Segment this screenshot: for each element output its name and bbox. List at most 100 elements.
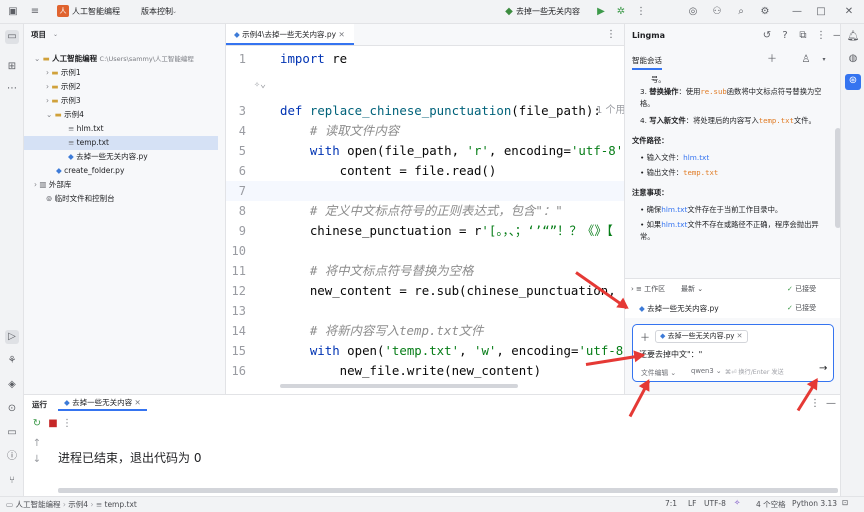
chevron-down-icon[interactable]: ⌄ (53, 28, 58, 42)
project-panel: 项目 ⌄ ⌄ ▬ 人工智能编程 C:\Users\sammy\人工智能编程 › … (24, 24, 226, 394)
interpreter-selector[interactable]: Python 3.13 (792, 499, 837, 508)
hint-icon[interactable]: ✧⌄ (254, 75, 266, 95)
maximize-icon[interactable]: □ (814, 5, 828, 19)
send-icon[interactable]: → (819, 363, 827, 374)
model-selector[interactable]: qwen3 ⌄ (691, 367, 722, 375)
debug-icon[interactable]: ✲ (614, 5, 628, 19)
more-tools-icon[interactable]: ⋯ (5, 82, 19, 96)
vcs-menu[interactable]: 版本控制 (141, 5, 173, 19)
stop-icon[interactable]: ■ (46, 417, 60, 431)
add-user-icon[interactable]: ⚇ (710, 5, 724, 19)
search-icon[interactable]: ⌕ (734, 5, 748, 19)
tree-file[interactable]: ◆ create_folder.py (56, 164, 124, 178)
tree-folder[interactable]: › ▬ 示例2 (46, 80, 81, 94)
notifications-icon[interactable]: 🔔︎ (846, 30, 860, 44)
add-context-icon[interactable]: ＋ (640, 329, 650, 344)
code-line: 4 # 读取文件内容 (238, 123, 400, 138)
chevron-down-icon[interactable]: ⌄ (172, 5, 177, 19)
line-separator[interactable]: LF (688, 499, 697, 508)
database-icon[interactable]: ◍ (846, 52, 860, 66)
ai-status-icon[interactable]: ✧ (734, 498, 740, 507)
minimize-icon[interactable]: — (790, 5, 804, 19)
lingma-icon[interactable]: ◎ (686, 5, 700, 19)
rerun-icon[interactable]: ↻ (30, 417, 44, 431)
tree-file[interactable]: ◆ 去掉一些无关内容.py (68, 150, 148, 164)
title-bar: ▣ ≡ 人 人工智能编程 版本控制 ⌄ ⌄ ◆ 去掉一些无关内容 ▶ ✲ ⋮ ◎… (0, 0, 864, 24)
chevron-down-icon[interactable]: ▾ (817, 53, 831, 67)
scroll-down-icon[interactable]: ↓ (30, 453, 44, 467)
settings-icon[interactable]: ⚙ (758, 5, 772, 19)
tab-chat[interactable]: 智能会话 (632, 55, 662, 66)
status-bar: ▭ 人工智能编程 › 示例4 › ≡ temp.txt 7:1 LF UTF-8… (0, 496, 864, 512)
project-badge: 人 (57, 5, 69, 17)
breadcrumb[interactable]: ▭ 人工智能编程 › 示例4 › ≡ temp.txt (6, 499, 137, 510)
more-icon[interactable]: ⋮ (604, 28, 618, 42)
project-panel-title: 项目 (31, 30, 46, 39)
main-menu-icon[interactable]: ≡ (28, 5, 42, 19)
run-panel: 运行 ◆ 去掉一些无关内容 ✕ ⋮ — ↻ ↑ ↓ ■ ⋮ 进程已结束，退出代码… (24, 394, 840, 496)
history-icon[interactable]: ↺ (760, 29, 774, 43)
services-icon[interactable]: ⊙ (5, 402, 19, 416)
chat-input-text[interactable]: 还要去掉中文"：" (639, 349, 702, 360)
horizontal-scrollbar[interactable] (280, 384, 518, 388)
sort-selector[interactable]: 最新 ⌄ (681, 284, 703, 294)
more-icon[interactable]: ⋮ (60, 417, 74, 431)
lingma-title: Lingma (632, 31, 665, 40)
editor-tab-bar: ◆ 示例4\去掉一些无关内容.py ✕ ⋮ (226, 24, 624, 46)
run-config-selector[interactable]: 去掉一些无关内容 (516, 5, 580, 19)
popout-icon[interactable]: ⧉ (796, 29, 810, 43)
scroll-up-icon[interactable]: ↑ (30, 437, 44, 451)
more-icon[interactable]: ⋮ (814, 29, 828, 43)
structure-icon[interactable]: ⊞ (5, 60, 19, 74)
more-icon[interactable]: ⋮ (634, 5, 648, 19)
tree-root[interactable]: ⌄ ▬ 人工智能编程 C:\Users\sammy\人工智能编程 (34, 52, 194, 66)
code-line: 13 (231, 304, 246, 318)
usage-hint[interactable]: 1 个用 (596, 101, 624, 121)
folder-icon[interactable]: ▭ (5, 30, 19, 44)
lock-icon[interactable]: ⊡ (842, 498, 848, 507)
python-packages-icon[interactable]: ◈ (5, 378, 19, 392)
tree-folder[interactable]: › ▬ 示例3 (46, 94, 81, 108)
tree-file-selected[interactable]: ≡ temp.txt (24, 136, 218, 150)
run-tab[interactable]: ◆ 去掉一些无关内容 ✕ (58, 395, 147, 411)
user-icon[interactable]: ♙ (799, 53, 813, 67)
editor-tab[interactable]: ◆ 示例4\去掉一些无关内容.py ✕ (226, 24, 354, 45)
problems-icon[interactable]: ⓘ (5, 450, 19, 464)
lingma-tool-icon[interactable]: ⊛ (845, 74, 861, 90)
caret-position[interactable]: 7:1 (665, 499, 677, 508)
more-icon[interactable]: ⋮ (808, 397, 822, 411)
tree-folder[interactable]: ⌄ ▬ 示例4 (46, 108, 84, 122)
help-icon[interactable]: ? (778, 29, 792, 43)
mode-selector[interactable]: 文件编辑 ⌄ (641, 367, 676, 377)
code-line: 1 import re (238, 51, 348, 66)
tab-underline (632, 68, 662, 70)
right-toolbar: 🔔︎ ◍ ⊛ (840, 24, 864, 496)
workspace-status: ✓ 已接受 (787, 285, 817, 293)
workspace-header[interactable]: › ≡ 工作区 (631, 284, 665, 294)
code-line: 5 with open(file_path, 'r', encoding='ut… (238, 143, 624, 158)
terminal-icon[interactable]: ▭ (5, 426, 19, 440)
tree-external-libs[interactable]: › ▥ 外部库 (34, 178, 71, 192)
workspace-file[interactable]: ◆ 去掉一些无关内容.py (639, 303, 719, 314)
code-line: 11 # 将中文标点符号替换为空格 (231, 263, 474, 278)
vcs-icon[interactable]: ⑂ (5, 474, 19, 488)
close-tab-icon[interactable]: ✕ (338, 30, 344, 39)
minimize-icon[interactable]: — (824, 397, 838, 411)
python-console-icon[interactable]: ⚘ (5, 354, 19, 368)
tree-folder[interactable]: › ▬ 示例1 (46, 66, 81, 80)
close-icon[interactable]: ✕ (842, 5, 856, 19)
tree-file[interactable]: ≡ hlm.txt (68, 122, 104, 136)
context-file-chip[interactable]: ◆ 去掉一些无关内容.py ✕ (655, 330, 748, 343)
chat-input-box[interactable]: ＋ ◆ 去掉一些无关内容.py ✕ 还要去掉中文"：" 文件编辑 ⌄ qwen3… (632, 324, 834, 382)
chevron-down-icon[interactable]: ⌄ (116, 5, 121, 19)
run-tool-icon[interactable]: ▷ (5, 330, 19, 344)
code-area[interactable]: 1 import re ✧⌄ 3 def replace_chinese_punct… (226, 49, 624, 389)
file-encoding[interactable]: UTF-8 (704, 499, 726, 508)
indent-setting[interactable]: 4 个空格 (756, 499, 786, 510)
new-chat-icon[interactable]: ＋ (765, 53, 779, 67)
tree-scratches[interactable]: ⊚ 临时文件和控制台 (46, 192, 115, 206)
project-switcher[interactable]: 人工智能编程 (72, 5, 120, 19)
run-icon[interactable]: ▶ (594, 5, 608, 19)
python-file-icon: ◆ (505, 6, 513, 17)
output-scrollbar[interactable] (58, 488, 838, 493)
